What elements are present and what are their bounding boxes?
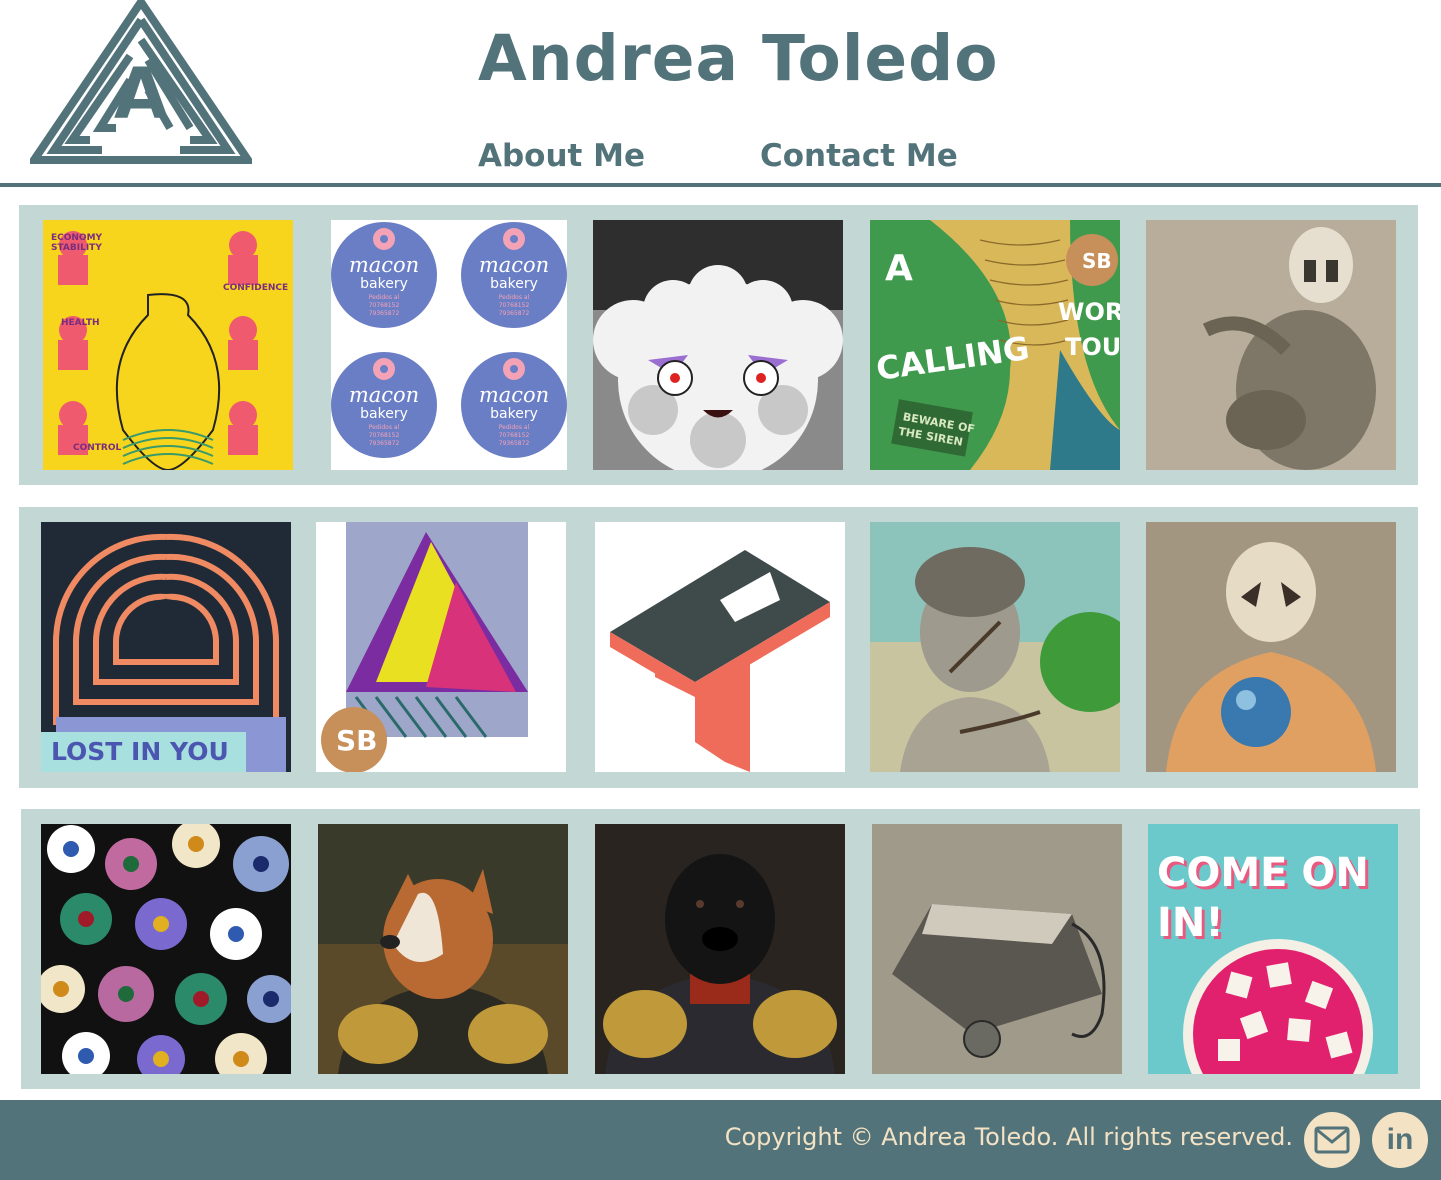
bakery-line: Pedidos al xyxy=(369,424,400,431)
poster-tour: TOUR xyxy=(1065,333,1120,361)
bakery-line: Pedidos al xyxy=(369,294,400,301)
bakery-line: 79365872 xyxy=(369,310,400,317)
linkedin-icon[interactable]: in xyxy=(1372,1112,1428,1168)
site-header: A Andrea Toledo About Me Contact Me xyxy=(0,0,1441,184)
owl-mask-figure-painting[interactable] xyxy=(1146,522,1396,772)
poster-badge: SB xyxy=(1082,249,1112,273)
bakery-line: Pedidos al xyxy=(499,424,530,431)
bakery-sub: bakery xyxy=(360,406,408,422)
bakery-brand: macon xyxy=(479,253,549,277)
dog-general-portrait[interactable] xyxy=(318,824,568,1074)
poster-a: A xyxy=(885,248,913,289)
uterus-word: ECONOMY xyxy=(51,233,103,243)
uterus-word: STABILITY xyxy=(51,243,102,253)
gallery-row: ECONOMY STABILITY CONFIDENCE HEALTH CONT… xyxy=(19,205,1418,485)
bakery-sub: bakery xyxy=(490,276,538,292)
gallery-row: LOST IN YOU SB xyxy=(19,507,1418,788)
poster-line1: COME ON xyxy=(1157,850,1369,896)
poster-line2: IN! xyxy=(1157,900,1224,946)
uterus-word: CONFIDENCE xyxy=(223,283,288,293)
email-icon[interactable] xyxy=(1304,1112,1360,1168)
bakery-brand: macon xyxy=(349,383,419,407)
bakery-sub: bakery xyxy=(490,406,538,422)
daisy-pattern-artwork[interactable] xyxy=(41,824,291,1074)
bakery-line: 79365872 xyxy=(499,310,530,317)
svg-text:A: A xyxy=(114,53,168,135)
gallery-row: COME ON COME ON IN! IN! xyxy=(21,809,1420,1089)
bakery-line: 70768152 xyxy=(369,302,400,309)
bakery-sticker-artwork[interactable]: macon macon macon macon bakery bakery ba… xyxy=(331,220,567,470)
keyhole-maze-artwork[interactable]: LOST IN YOU xyxy=(41,522,291,772)
mermaid-tail-poster-artwork[interactable]: SB A CALLING WORLD TOUR BEWARE OF THE SI… xyxy=(870,220,1120,470)
abstract-tree-artwork[interactable]: SB xyxy=(316,522,566,772)
uterus-pattern-artwork[interactable]: ECONOMY STABILITY CONFIDENCE HEALTH CONT… xyxy=(43,220,293,470)
maze-caption: LOST IN YOU xyxy=(51,737,229,766)
bakery-brand: macon xyxy=(349,253,419,277)
poster-world: WORLD xyxy=(1058,298,1120,326)
site-footer: Copyright © Andrea Toledo. All rights re… xyxy=(0,1100,1441,1180)
bag-and-ball-drawing[interactable] xyxy=(872,824,1122,1074)
fluffy-monster-artwork[interactable] xyxy=(593,220,843,470)
header-divider xyxy=(0,183,1441,187)
isometric-letters-logo[interactable] xyxy=(595,522,845,772)
uterus-word: HEALTH xyxy=(61,318,100,328)
bakery-line: Pedidos al xyxy=(499,294,530,301)
site-title: Andrea Toledo xyxy=(478,22,999,95)
bakery-sub: bakery xyxy=(360,276,408,292)
come-on-in-poster[interactable]: COME ON COME ON IN! IN! xyxy=(1148,824,1398,1074)
bakery-line: 70768152 xyxy=(369,432,400,439)
linkedin-label: in xyxy=(1386,1123,1414,1156)
masked-figure-drawing[interactable] xyxy=(1146,220,1396,470)
nav-contact-me[interactable]: Contact Me xyxy=(760,138,958,174)
maze-letter-a-logo[interactable]: A xyxy=(26,0,256,164)
bakery-line: 79365872 xyxy=(369,440,400,447)
black-dog-general-portrait[interactable] xyxy=(595,824,845,1074)
boy-statue-painting[interactable] xyxy=(870,522,1120,772)
bakery-brand: macon xyxy=(479,383,549,407)
uterus-word: CONTROL xyxy=(73,443,122,453)
bakery-line: 70768152 xyxy=(499,432,530,439)
nav-about-me[interactable]: About Me xyxy=(478,138,645,174)
bakery-line: 79365872 xyxy=(499,440,530,447)
bakery-line: 70768152 xyxy=(499,302,530,309)
copyright-text: Copyright © Andrea Toledo. All rights re… xyxy=(724,1123,1293,1151)
tree-badge: SB xyxy=(336,724,378,757)
